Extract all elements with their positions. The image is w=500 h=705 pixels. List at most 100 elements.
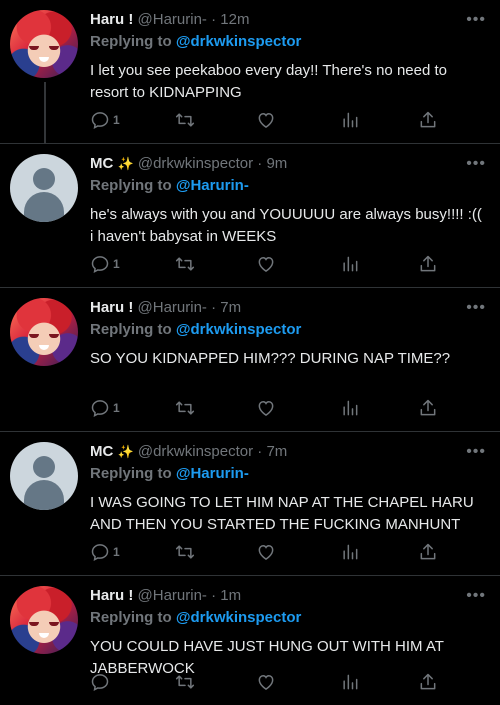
reply-button[interactable]: 1 <box>90 398 120 418</box>
timestamp[interactable]: 1m <box>220 587 241 604</box>
replying-to-label: Replying to <box>90 33 172 50</box>
display-name[interactable]: MC <box>90 155 113 172</box>
views-button[interactable] <box>340 542 360 562</box>
reply-icon <box>91 674 109 692</box>
reply-button[interactable]: 1 <box>90 542 120 562</box>
tweet-header: MC ✨ @drkwkinspector · 9m ••• <box>90 154 486 174</box>
replying-to-label: Replying to <box>90 177 172 194</box>
share-button[interactable] <box>418 672 438 692</box>
user-handle[interactable]: @drkwkinspector <box>138 155 253 172</box>
share-button[interactable] <box>418 398 438 418</box>
like-button[interactable] <box>256 672 276 692</box>
reply-icon <box>91 400 109 418</box>
tweet-actions: 1 <box>90 110 450 130</box>
tweet[interactable]: Haru ! @Harurin- · 7m ••• Replying to @d… <box>0 288 500 432</box>
tweet[interactable]: Haru ! @Harurin- · 1m ••• Replying to @d… <box>0 576 500 705</box>
separator-dot: · <box>257 155 263 172</box>
avatar-haru[interactable] <box>10 298 78 366</box>
replying-to: Replying to @drkwkinspector <box>90 320 486 340</box>
display-name[interactable]: Haru ! <box>90 587 133 604</box>
more-options-icon[interactable]: ••• <box>466 154 486 174</box>
display-name[interactable]: MC <box>90 443 113 460</box>
retweet-button[interactable] <box>174 398 196 418</box>
more-options-icon[interactable]: ••• <box>466 298 486 318</box>
timestamp[interactable]: 7m <box>266 443 287 460</box>
avatar-smile <box>39 633 49 638</box>
like-button[interactable] <box>256 110 276 130</box>
share-icon <box>420 399 436 416</box>
separator-dot: · <box>211 587 217 604</box>
tweet-header: Haru ! @Harurin- · 7m ••• <box>90 298 486 318</box>
replying-to-label: Replying to <box>90 609 172 626</box>
tweet-header: Haru ! @Harurin- · 1m ••• <box>90 586 486 606</box>
tweet-content: MC ✨ @drkwkinspector · 9m ••• Replying t… <box>90 154 486 248</box>
user-handle[interactable]: @Harurin- <box>138 587 207 604</box>
tweet[interactable]: Haru ! @Harurin- · 12m ••• Replying to @… <box>0 0 500 144</box>
retweet-button[interactable] <box>174 542 196 562</box>
replying-to-handle[interactable]: @drkwkinspector <box>176 321 302 338</box>
timestamp[interactable]: 7m <box>220 299 241 316</box>
reply-button[interactable]: 1 <box>90 110 120 130</box>
replying-to-handle[interactable]: @Harurin- <box>176 465 249 482</box>
retweet-icon <box>175 113 195 127</box>
tweet-content: MC ✨ @drkwkinspector · 7m ••• Replying t… <box>90 442 486 536</box>
share-button[interactable] <box>418 254 438 274</box>
views-button[interactable] <box>340 110 360 130</box>
display-name[interactable]: Haru ! <box>90 299 133 316</box>
tweet-header: MC ✨ @drkwkinspector · 7m ••• <box>90 442 486 462</box>
retweet-button[interactable] <box>174 254 196 274</box>
avatar-haru[interactable] <box>10 10 78 78</box>
default-profile-head <box>33 168 55 190</box>
avatar-eye <box>49 334 59 338</box>
like-button[interactable] <box>256 542 276 562</box>
timestamp[interactable]: 9m <box>266 155 287 172</box>
more-options-icon[interactable]: ••• <box>466 10 486 30</box>
share-icon <box>420 543 436 560</box>
retweet-button[interactable] <box>174 110 196 130</box>
share-icon <box>420 111 436 128</box>
views-button[interactable] <box>340 398 360 418</box>
views-button[interactable] <box>340 254 360 274</box>
tweet[interactable]: MC ✨ @drkwkinspector · 9m ••• Replying t… <box>0 144 500 288</box>
reply-count: 1 <box>113 401 120 415</box>
tweet-actions: 1 <box>90 254 450 274</box>
heart-icon <box>258 674 274 690</box>
avatar-default[interactable] <box>10 442 78 510</box>
more-options-icon[interactable]: ••• <box>466 586 486 606</box>
replying-to-handle[interactable]: @drkwkinspector <box>176 33 302 50</box>
timestamp[interactable]: 12m <box>220 11 249 28</box>
retweet-button[interactable] <box>174 672 196 692</box>
tweet-content: Haru ! @Harurin- · 7m ••• Replying to @d… <box>90 298 486 370</box>
separator-dot: · <box>257 443 263 460</box>
default-profile-head <box>33 456 55 478</box>
avatar-haru[interactable] <box>10 586 78 654</box>
heart-icon <box>258 400 274 416</box>
replying-to-handle[interactable]: @Harurin- <box>176 177 249 194</box>
avatar-smile <box>39 57 49 62</box>
thread-connector-line <box>44 82 46 144</box>
avatar-eye <box>49 622 59 626</box>
user-handle[interactable]: @Harurin- <box>138 11 207 28</box>
avatar-default[interactable] <box>10 154 78 222</box>
replying-to-label: Replying to <box>90 321 172 338</box>
tweet[interactable]: MC ✨ @drkwkinspector · 7m ••• Replying t… <box>0 432 500 576</box>
more-options-icon[interactable]: ••• <box>466 442 486 462</box>
share-button[interactable] <box>418 110 438 130</box>
reply-button[interactable]: 1 <box>90 254 120 274</box>
like-button[interactable] <box>256 398 276 418</box>
replying-to-label: Replying to <box>90 465 172 482</box>
tweet-text: SO YOU KIDNAPPED HIM??? DURING NAP TIME?… <box>90 350 451 367</box>
views-button[interactable] <box>340 672 360 692</box>
heart-icon <box>258 256 274 272</box>
analytics-icon <box>343 112 358 128</box>
display-name[interactable]: Haru ! <box>90 11 133 28</box>
user-handle[interactable]: @Harurin- <box>138 299 207 316</box>
share-button[interactable] <box>418 542 438 562</box>
analytics-icon <box>343 400 358 416</box>
user-handle[interactable]: @drkwkinspector <box>138 443 253 460</box>
reply-button[interactable] <box>90 672 110 692</box>
reply-icon <box>91 112 109 130</box>
replying-to-handle[interactable]: @drkwkinspector <box>176 609 302 626</box>
heart-icon <box>258 112 274 128</box>
like-button[interactable] <box>256 254 276 274</box>
